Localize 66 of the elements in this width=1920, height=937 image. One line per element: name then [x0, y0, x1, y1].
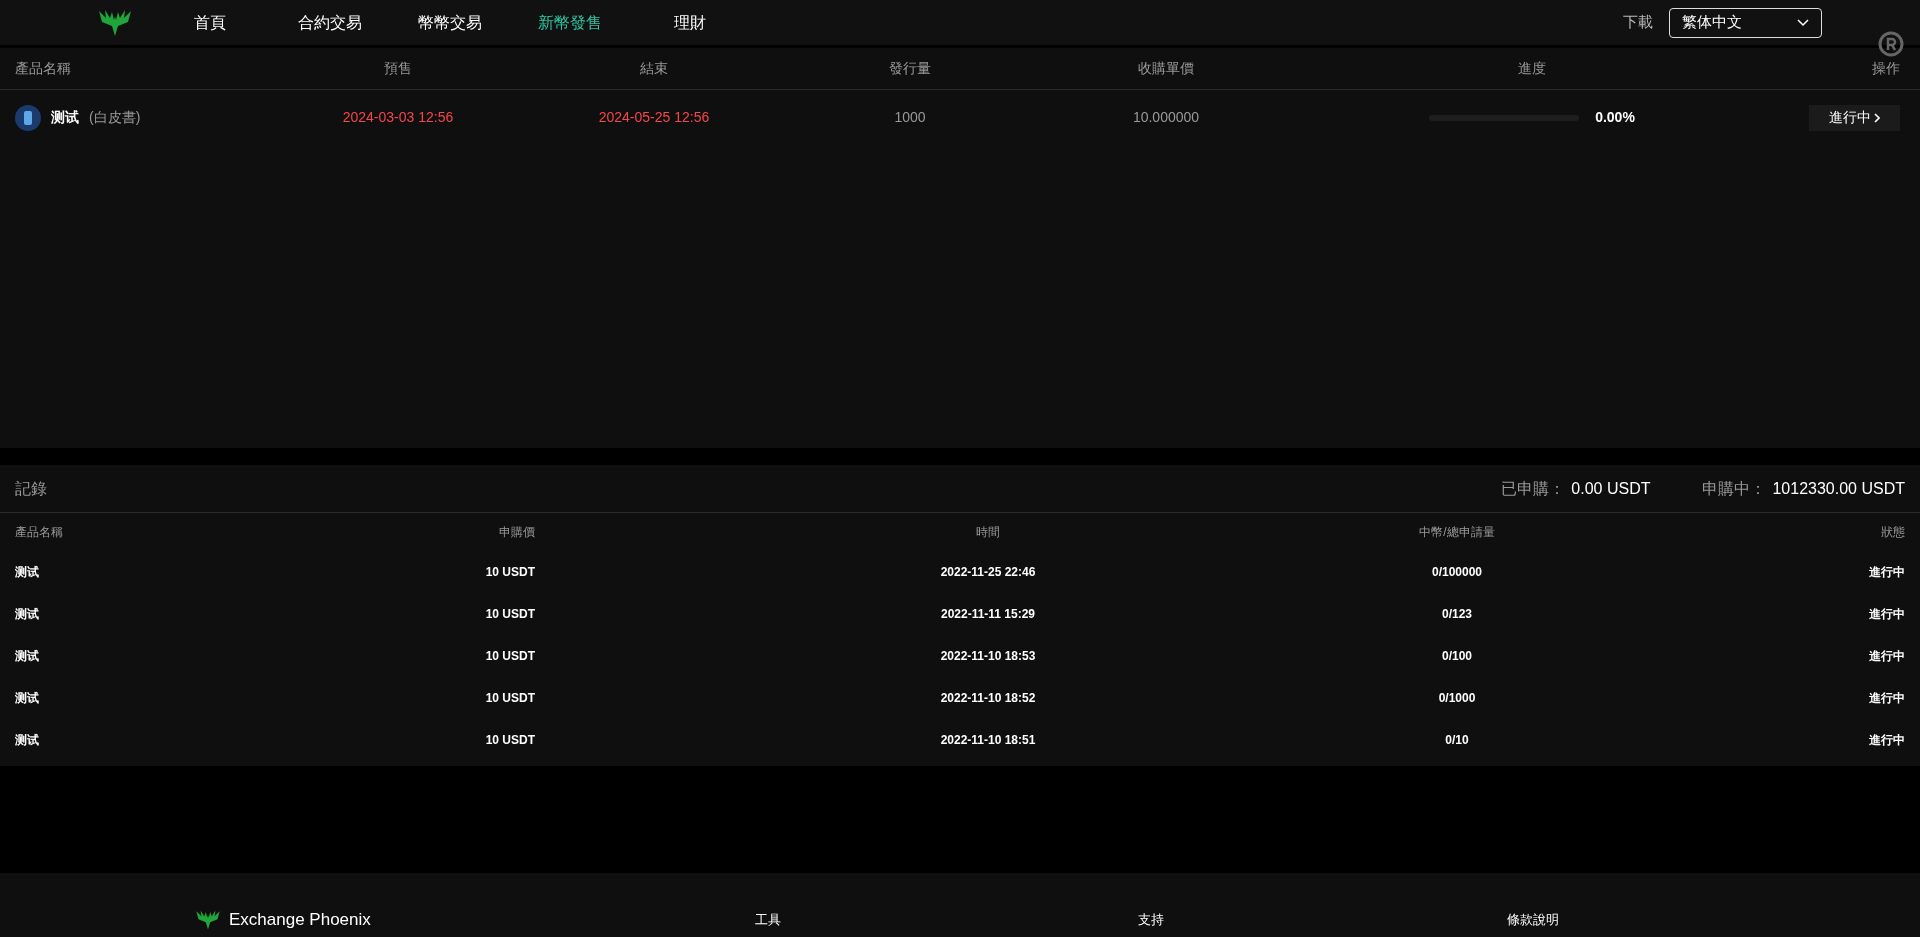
column-header: 產品名稱 — [15, 524, 64, 541]
unit-price: 10.000000 — [1132, 109, 1200, 125]
table-cell-text: 测试 — [15, 606, 40, 623]
coin-icon — [15, 104, 41, 131]
table-cell-text: 2022-11-10 18:51 — [940, 732, 1036, 749]
table-cell-text: 2022-11-11 15:29 — [940, 606, 1036, 623]
table-cell-text: 10 USDT — [485, 648, 535, 665]
section-title: 記錄 — [15, 478, 47, 499]
table-cell-text: 進行中 — [1869, 564, 1905, 581]
table-cell-text: 0/123 — [1442, 606, 1472, 623]
table-cell-text: 测试 — [15, 690, 40, 707]
table-cell-text: 2022-11-25 22:46 — [940, 564, 1036, 581]
footer-link[interactable]: 支持 — [1138, 912, 1164, 927]
table-cell-text: 测试 — [15, 648, 40, 665]
table-cell-text: 10 USDT — [485, 690, 535, 707]
issued-amount: 1000 — [894, 109, 926, 125]
table-cell-text: 0/100000 — [1431, 564, 1483, 581]
language-select[interactable]: 繁体中文 — [1669, 7, 1822, 38]
table-cell-text: 0/100 — [1442, 648, 1472, 665]
column-header: 操作 — [1872, 60, 1901, 76]
table-cell-text: 0/1000 — [1438, 690, 1476, 707]
column-header: 產品名稱 — [14, 60, 71, 76]
table-cell-text: 测试 — [15, 564, 40, 581]
column-header: 收購單價 — [1138, 60, 1194, 76]
column-header: 申購價 — [499, 524, 535, 541]
nav-link[interactable]: 首頁 — [150, 10, 270, 35]
column-header: 進度 — [1518, 60, 1546, 76]
column-header: 時間 — [976, 524, 1000, 541]
nav-link[interactable]: 新幣發售 — [510, 10, 630, 35]
summary-value: 0.00 USDT — [1571, 478, 1651, 499]
product-name[interactable]: 测试 — [51, 107, 79, 128]
table-cell-text: 2022-11-10 18:53 — [940, 648, 1036, 665]
table-cell-text: 進行中 — [1869, 648, 1905, 665]
summary-label: 已申購： — [1501, 478, 1566, 499]
chevron-right-icon — [1874, 112, 1880, 123]
table-cell-text: 10 USDT — [485, 564, 535, 581]
nav-link[interactable]: 合約交易 — [270, 10, 390, 35]
whitepaper-link[interactable]: (白皮書) — [89, 107, 141, 128]
table-cell-text: 10 USDT — [485, 732, 535, 749]
phoenix-logo — [195, 908, 221, 931]
end-date: 2024-05-25 12:56 — [598, 109, 710, 125]
summary-value: 1012330.00 USDT — [1772, 478, 1905, 499]
column-header: 預售 — [384, 60, 412, 76]
table-cell-text: 测试 — [15, 732, 40, 749]
brand-name: Exchange Phoenix — [229, 909, 371, 931]
footer-link[interactable]: 條款說明 — [1507, 912, 1559, 927]
column-header: 結束 — [640, 60, 668, 76]
table-cell-text: 10 USDT — [485, 606, 535, 623]
table-cell-text: 進行中 — [1869, 690, 1905, 707]
registered-icon — [1878, 31, 1904, 57]
column-header: 發行量 — [889, 60, 931, 76]
chevron-down-icon — [1797, 18, 1809, 27]
status-button[interactable]: 進行中 — [1809, 104, 1900, 131]
table-cell-text: 0/10 — [1445, 732, 1469, 749]
table-cell-text: 2022-11-10 18:52 — [940, 690, 1036, 707]
column-header: 中幣/總申請量 — [1419, 524, 1495, 541]
download-link[interactable]: 下載 — [1623, 11, 1653, 34]
column-header: 狀態 — [1881, 524, 1905, 541]
nav-link[interactable]: 理財 — [630, 10, 750, 35]
summary-label: 申購中： — [1702, 478, 1767, 499]
footer-link[interactable]: 工具 — [755, 912, 781, 927]
nav-link[interactable]: 幣幣交易 — [390, 10, 510, 35]
table-cell-text: 進行中 — [1869, 732, 1905, 749]
table-cell-text: 進行中 — [1869, 606, 1905, 623]
progress-percent: 0.00% — [1595, 108, 1635, 127]
presale-date: 2024-03-03 12:56 — [342, 109, 454, 125]
